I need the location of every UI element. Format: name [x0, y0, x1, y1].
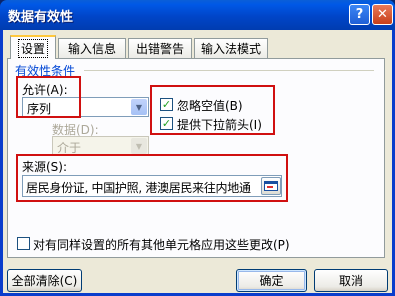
help-icon: ? [355, 7, 364, 22]
help-button[interactable]: ? [349, 4, 370, 25]
tab-input-message-label: 输入信息 [67, 42, 116, 56]
tab-settings[interactable]: 设置 [10, 35, 56, 59]
chevron-down-icon: ▼ [131, 138, 147, 154]
apply-all-checkbox[interactable] [17, 237, 30, 250]
tab-ime-mode[interactable]: 输入法模式 [194, 38, 268, 58]
group-divider [84, 70, 374, 71]
tab-error-alert-label: 出错警告 [135, 42, 184, 56]
chevron-down-icon[interactable]: ▼ [131, 99, 147, 115]
allow-highlight-box [16, 76, 81, 118]
cancel-button[interactable]: 取消 [314, 269, 388, 292]
close-icon: ✕ [377, 7, 388, 22]
apply-all-label: 对有同样设置的所有其他单元格应用这些更改(P) [33, 238, 290, 252]
title-bar: 数据有效性 ? ✕ [0, 0, 395, 30]
source-highlight-box [16, 154, 288, 202]
tab-settings-label: 设置 [17, 38, 48, 58]
tab-error-alert[interactable]: 出错警告 [128, 38, 192, 58]
ok-button[interactable]: 确定 [236, 269, 307, 292]
window-title: 数据有效性 [8, 10, 74, 25]
tab-ime-mode-label: 输入法模式 [200, 42, 261, 56]
checkbox-highlight-box [150, 85, 275, 135]
close-button[interactable]: ✕ [372, 4, 393, 25]
data-select: 介于 ▼ [52, 136, 149, 156]
tab-input-message[interactable]: 输入信息 [58, 38, 126, 58]
clear-all-button[interactable]: 全部清除(C) [7, 269, 82, 292]
